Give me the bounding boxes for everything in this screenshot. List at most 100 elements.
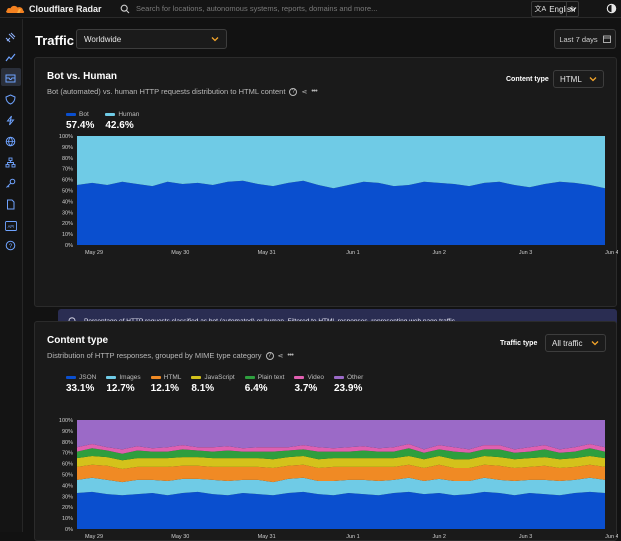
more-icon[interactable]: •••: [311, 88, 317, 95]
shield-icon[interactable]: [4, 93, 17, 106]
y-tick-label: 0%: [65, 243, 73, 249]
y-tick-label: 30%: [62, 494, 73, 500]
cloudflare-logo-icon: [6, 5, 25, 13]
content-type-label: Content type: [506, 76, 549, 83]
help-icon[interactable]: ?: [4, 239, 17, 252]
y-tick-label: 80%: [62, 156, 73, 162]
help-icon[interactable]: ?: [265, 351, 274, 360]
share-icon[interactable]: ⋖: [301, 88, 307, 96]
search-input[interactable]: Search for locations, autonomous systems…: [136, 4, 377, 13]
chart-legend: Bot 57.4% Human 42.6%: [66, 111, 139, 131]
globe-icon[interactable]: [4, 135, 17, 148]
y-tick-label: 90%: [62, 145, 73, 151]
translate-icon: 文A: [534, 6, 547, 13]
legend-series-name: Bot: [79, 111, 89, 118]
x-tick-label: Jun 1: [346, 250, 359, 256]
help-icon[interactable]: ?: [289, 87, 298, 96]
page-title: Traffic: [35, 33, 75, 48]
content-type-value: HTML: [560, 74, 582, 84]
content-type-select[interactable]: HTML: [553, 70, 604, 88]
series-area-bot[interactable]: [77, 180, 605, 245]
x-tick-label: Jun 3: [519, 534, 532, 540]
share-icon[interactable]: ⋖: [278, 352, 284, 360]
x-tick-label: Jun 4: [605, 250, 618, 256]
legend-item[interactable]: Bot 57.4%: [66, 111, 94, 131]
region-label: Worldwide: [84, 34, 122, 44]
card-title: Content type: [47, 335, 109, 346]
legend-item[interactable]: Plain text 6.4%: [244, 374, 285, 394]
legend-series-name: Images: [119, 374, 141, 381]
bot-vs-human-card: Bot vs. Human Bot (automated) vs. human …: [34, 57, 618, 333]
main-content: Traffic Worldwide Last 7 days Bot vs. Hu…: [24, 19, 621, 541]
brand-name: Cloudflare Radar: [29, 3, 102, 14]
y-tick-label: 70%: [62, 167, 73, 173]
x-tick-label: Jun 1: [346, 534, 359, 540]
legend-head: Human: [105, 111, 139, 118]
series-area-other[interactable]: [77, 420, 605, 450]
legend-series-name: Human: [118, 111, 140, 118]
legend-series-name: Plain text: [257, 374, 285, 381]
search-icon: [120, 4, 130, 13]
y-tick-label: 40%: [62, 199, 73, 205]
y-tick-label: 30%: [62, 210, 73, 216]
date-range-selector[interactable]: Last 7 days: [554, 29, 616, 49]
svg-text:API: API: [7, 224, 14, 229]
legend-series-value: 33.1%: [66, 383, 95, 394]
legend-item[interactable]: JavaScript 8.1%: [191, 374, 235, 394]
date-range-label: Last 7 days: [559, 34, 598, 44]
content-type-card: Content type Distribution of HTTP respon…: [34, 321, 618, 541]
legend-item[interactable]: HTML 12.1%: [150, 374, 182, 394]
api-icon[interactable]: API: [4, 219, 17, 232]
y-tick-label: 10%: [62, 232, 73, 238]
series-area-human[interactable]: [77, 136, 605, 189]
inbox-icon[interactable]: [4, 71, 17, 84]
y-tick-label: 60%: [62, 462, 73, 468]
legend-swatch: [66, 376, 76, 379]
chevron-down-icon[interactable]: [569, 6, 577, 12]
legend-swatch: [106, 376, 117, 379]
content-type-chart: 100% 90% 80% 70% 60% 50% 40% 30% 20% 10% 0% May 29 M…: [59, 418, 618, 540]
legend-series-name: Video: [307, 374, 324, 381]
y-tick-label: 20%: [62, 505, 73, 511]
brand-logo[interactable]: Cloudflare Radar: [0, 4, 112, 14]
card-subtitle: Bot (automated) vs. human HTTP requests …: [47, 87, 318, 96]
legend-head: Other: [334, 374, 363, 381]
series-area-json[interactable]: [77, 491, 605, 529]
x-tick-label: Jun 2: [433, 534, 446, 540]
lightning-icon[interactable]: [4, 114, 17, 127]
x-tick-label: Jun 4: [605, 534, 618, 540]
card-subtitle: Distribution of HTTP responses, grouped …: [47, 351, 294, 360]
chevron-down-icon: [589, 77, 597, 82]
traffic-trend-icon[interactable]: [4, 51, 17, 64]
legend-item[interactable]: JSON 33.1%: [66, 374, 96, 394]
legend-swatch: [66, 113, 76, 116]
legend-series-name: JSON: [79, 374, 97, 381]
legend-series-name: HTML: [163, 374, 182, 381]
legend-item[interactable]: Human 42.6%: [105, 111, 139, 131]
theme-toggle-icon[interactable]: [606, 3, 617, 14]
search-bar[interactable]: Search for locations, autonomous systems…: [120, 4, 420, 14]
divider: [566, 2, 567, 16]
series-area-html[interactable]: [77, 464, 605, 483]
legend-item[interactable]: Video 3.7%: [294, 374, 324, 394]
legend-swatch: [294, 376, 305, 379]
satellite-icon[interactable]: [4, 31, 17, 44]
document-icon[interactable]: [4, 198, 17, 211]
region-selector[interactable]: Worldwide: [76, 29, 227, 49]
traffic-type-value: All traffic: [552, 338, 583, 348]
legend-swatch: [191, 376, 202, 379]
x-tick-label: Jun 3: [519, 250, 532, 256]
legend-series-value: 23.9%: [334, 383, 363, 394]
network-icon[interactable]: [4, 156, 17, 169]
legend-head: JavaScript: [191, 374, 235, 381]
key-icon[interactable]: [4, 177, 17, 190]
y-tick-label: 60%: [62, 178, 73, 184]
legend-item[interactable]: Images 12.7%: [106, 374, 141, 394]
x-tick-label: May 31: [258, 534, 276, 540]
more-icon[interactable]: •••: [287, 352, 293, 359]
chart-legend: JSON 33.1% Images 12.7% HTML 12.1% JavaScript 8…: [66, 374, 363, 394]
legend-item[interactable]: Other 23.9%: [334, 374, 363, 394]
sidebar: API ?: [0, 19, 23, 532]
legend-swatch: [150, 376, 161, 379]
traffic-type-select[interactable]: All traffic: [545, 334, 606, 352]
